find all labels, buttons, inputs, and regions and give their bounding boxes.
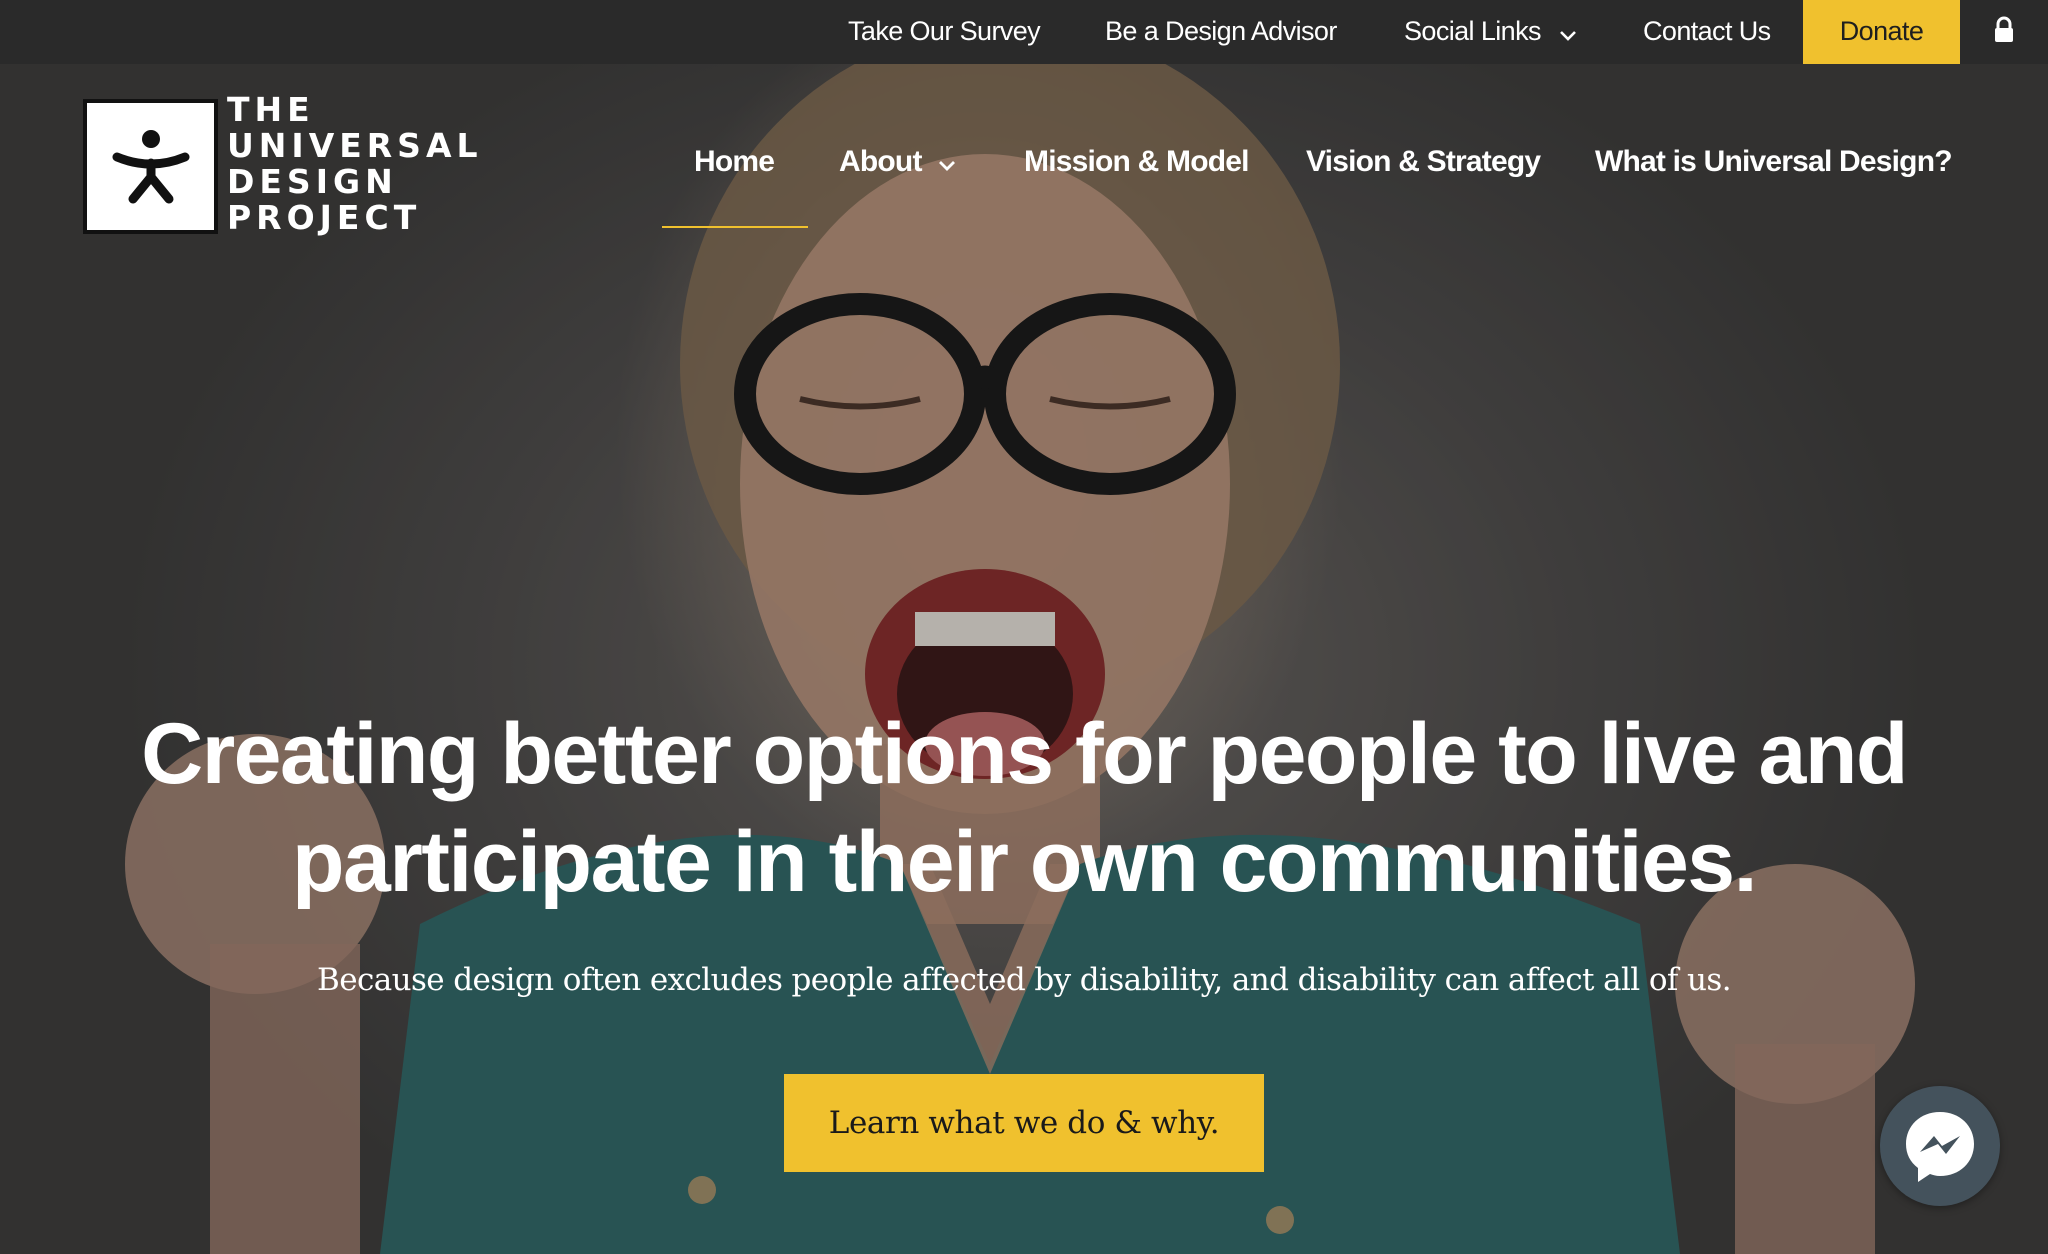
take-survey-link[interactable]: Take Our Survey [848,0,1041,64]
social-links-label: Social Links [1404,16,1541,46]
nav-item-mission-model[interactable]: Mission & Model [1024,140,1249,184]
chevron-down-icon [1559,2,1577,64]
social-links-dropdown[interactable]: Social Links [1404,0,1577,64]
logo-line: PROJECT [227,198,422,237]
lock-icon[interactable] [1992,16,2016,44]
active-nav-indicator [662,226,808,228]
nav-item-about[interactable]: About [839,140,956,185]
utility-top-bar: Take Our Survey Be a Design Advisor Soci… [0,0,2048,64]
site-logo-wordmark[interactable]: THE UNIVERSAL DESIGN PROJECT [227,92,483,236]
nav-item-about-label: About [839,145,922,178]
nav-item-what-is-universal-design[interactable]: What is Universal Design? [1595,140,1953,184]
chevron-down-icon [938,141,956,185]
logo-line: UNIVERSAL [227,126,483,165]
donate-button[interactable]: Donate [1803,0,1960,64]
hero-headline-line-2: participate in their own communities. [291,814,1758,910]
page: Take Our Survey Be a Design Advisor Soci… [0,0,2048,1254]
hero-headline-line-1: Creating better options for people to li… [141,706,1908,802]
learn-more-button[interactable]: Learn what we do & why. [784,1074,1264,1172]
contact-us-link[interactable]: Contact Us [1643,0,1771,64]
nav-item-vision-strategy[interactable]: Vision & Strategy [1306,140,1541,184]
logo-line: DESIGN [227,162,398,201]
messenger-icon [1906,1112,1974,1182]
logo-line: THE [227,90,315,129]
hero-subheading: Because design often excludes people aff… [317,962,1732,998]
nav-item-home[interactable]: Home [694,140,775,184]
design-advisor-link[interactable]: Be a Design Advisor [1105,0,1337,64]
hero-headline: Creating better options for people to li… [0,700,2048,916]
messenger-chat-button[interactable] [1880,1086,2000,1206]
person-figure-icon [112,130,190,204]
site-logo-mark[interactable] [83,99,218,234]
